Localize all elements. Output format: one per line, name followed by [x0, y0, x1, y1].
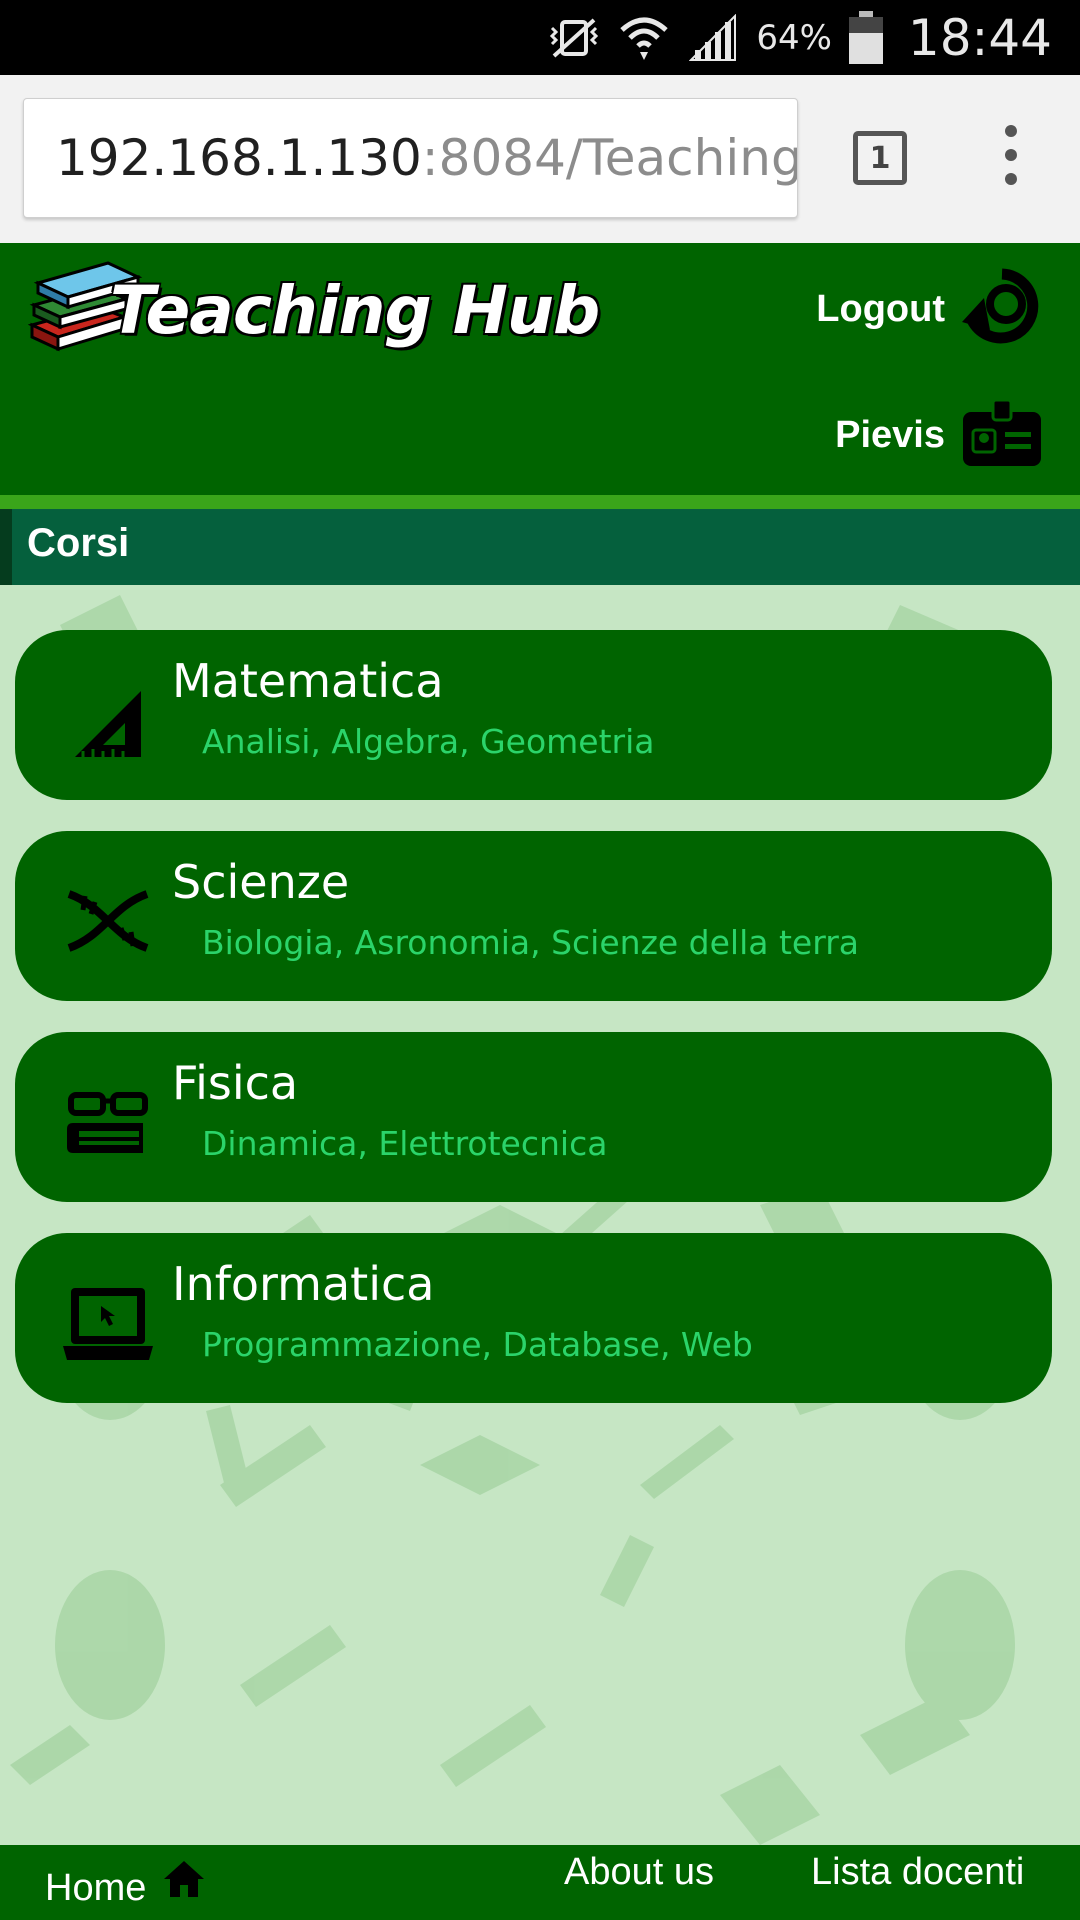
- glasses-book-icon: [67, 1092, 148, 1153]
- course-subtitle: Biologia, Asronomia, Scienze della terra: [202, 923, 860, 962]
- address-bar[interactable]: 192.168.1.130:8084/TeachingH: [23, 98, 798, 218]
- logout-link[interactable]: Logout: [816, 288, 945, 331]
- course-title: Matematica: [172, 654, 444, 708]
- footer-home-link[interactable]: Home: [45, 1867, 146, 1910]
- course-title: Informatica: [172, 1257, 435, 1311]
- course-title: Fisica: [172, 1056, 299, 1110]
- user-profile-link[interactable]: Pievis: [835, 414, 945, 457]
- wifi-icon: [616, 13, 672, 63]
- section-title: Corsi: [27, 521, 130, 565]
- tabs-icon[interactable]: 1: [853, 131, 907, 185]
- footer-nav: Home About us Lista docenti: [0, 1845, 1080, 1920]
- course-card-informatica[interactable]: Informatica Programmazione, Database, We…: [15, 1233, 1052, 1403]
- laptop-icon: [63, 1288, 153, 1360]
- logout-icon[interactable]: [960, 268, 1044, 346]
- footer-about-link[interactable]: About us: [564, 1851, 714, 1894]
- status-bar: 64% 18:44: [0, 0, 1080, 75]
- battery-percent: 64%: [756, 17, 832, 58]
- battery-icon: [846, 10, 886, 64]
- section-title-bar: Corsi: [0, 509, 1080, 585]
- mute-vibrate-icon: [546, 13, 602, 63]
- id-card-icon[interactable]: [963, 400, 1041, 466]
- footer-teachers-link[interactable]: Lista docenti: [811, 1851, 1024, 1894]
- header-divider: [0, 495, 1080, 509]
- browser-toolbar: 192.168.1.130:8084/TeachingH 1: [0, 75, 1080, 243]
- clock: 18:44: [907, 8, 1052, 67]
- course-subtitle: Analisi, Algebra, Geometria: [202, 722, 655, 761]
- course-subtitle: Programmazione, Database, Web: [202, 1325, 753, 1364]
- course-card-matematica[interactable]: Matematica Analisi, Algebra, Geometria: [15, 630, 1052, 800]
- ruler-triangle-icon: [75, 691, 141, 757]
- logo-text[interactable]: Teaching Hub: [110, 272, 600, 349]
- course-card-scienze[interactable]: Scienze Biologia, Asronomia, Scienze del…: [15, 831, 1052, 1001]
- dna-icon: [67, 890, 149, 952]
- overflow-menu-icon[interactable]: [995, 125, 1027, 189]
- signal-icon: [686, 13, 742, 63]
- course-card-fisica[interactable]: Fisica Dinamica, Elettrotecnica: [15, 1032, 1052, 1202]
- url-host: 192.168.1.130: [56, 129, 422, 187]
- tab-count: 1: [869, 140, 891, 176]
- course-title: Scienze: [172, 855, 350, 909]
- course-subtitle: Dinamica, Elettrotecnica: [202, 1124, 608, 1163]
- home-icon[interactable]: [162, 1859, 206, 1899]
- url-path: :8084/TeachingH: [421, 129, 797, 187]
